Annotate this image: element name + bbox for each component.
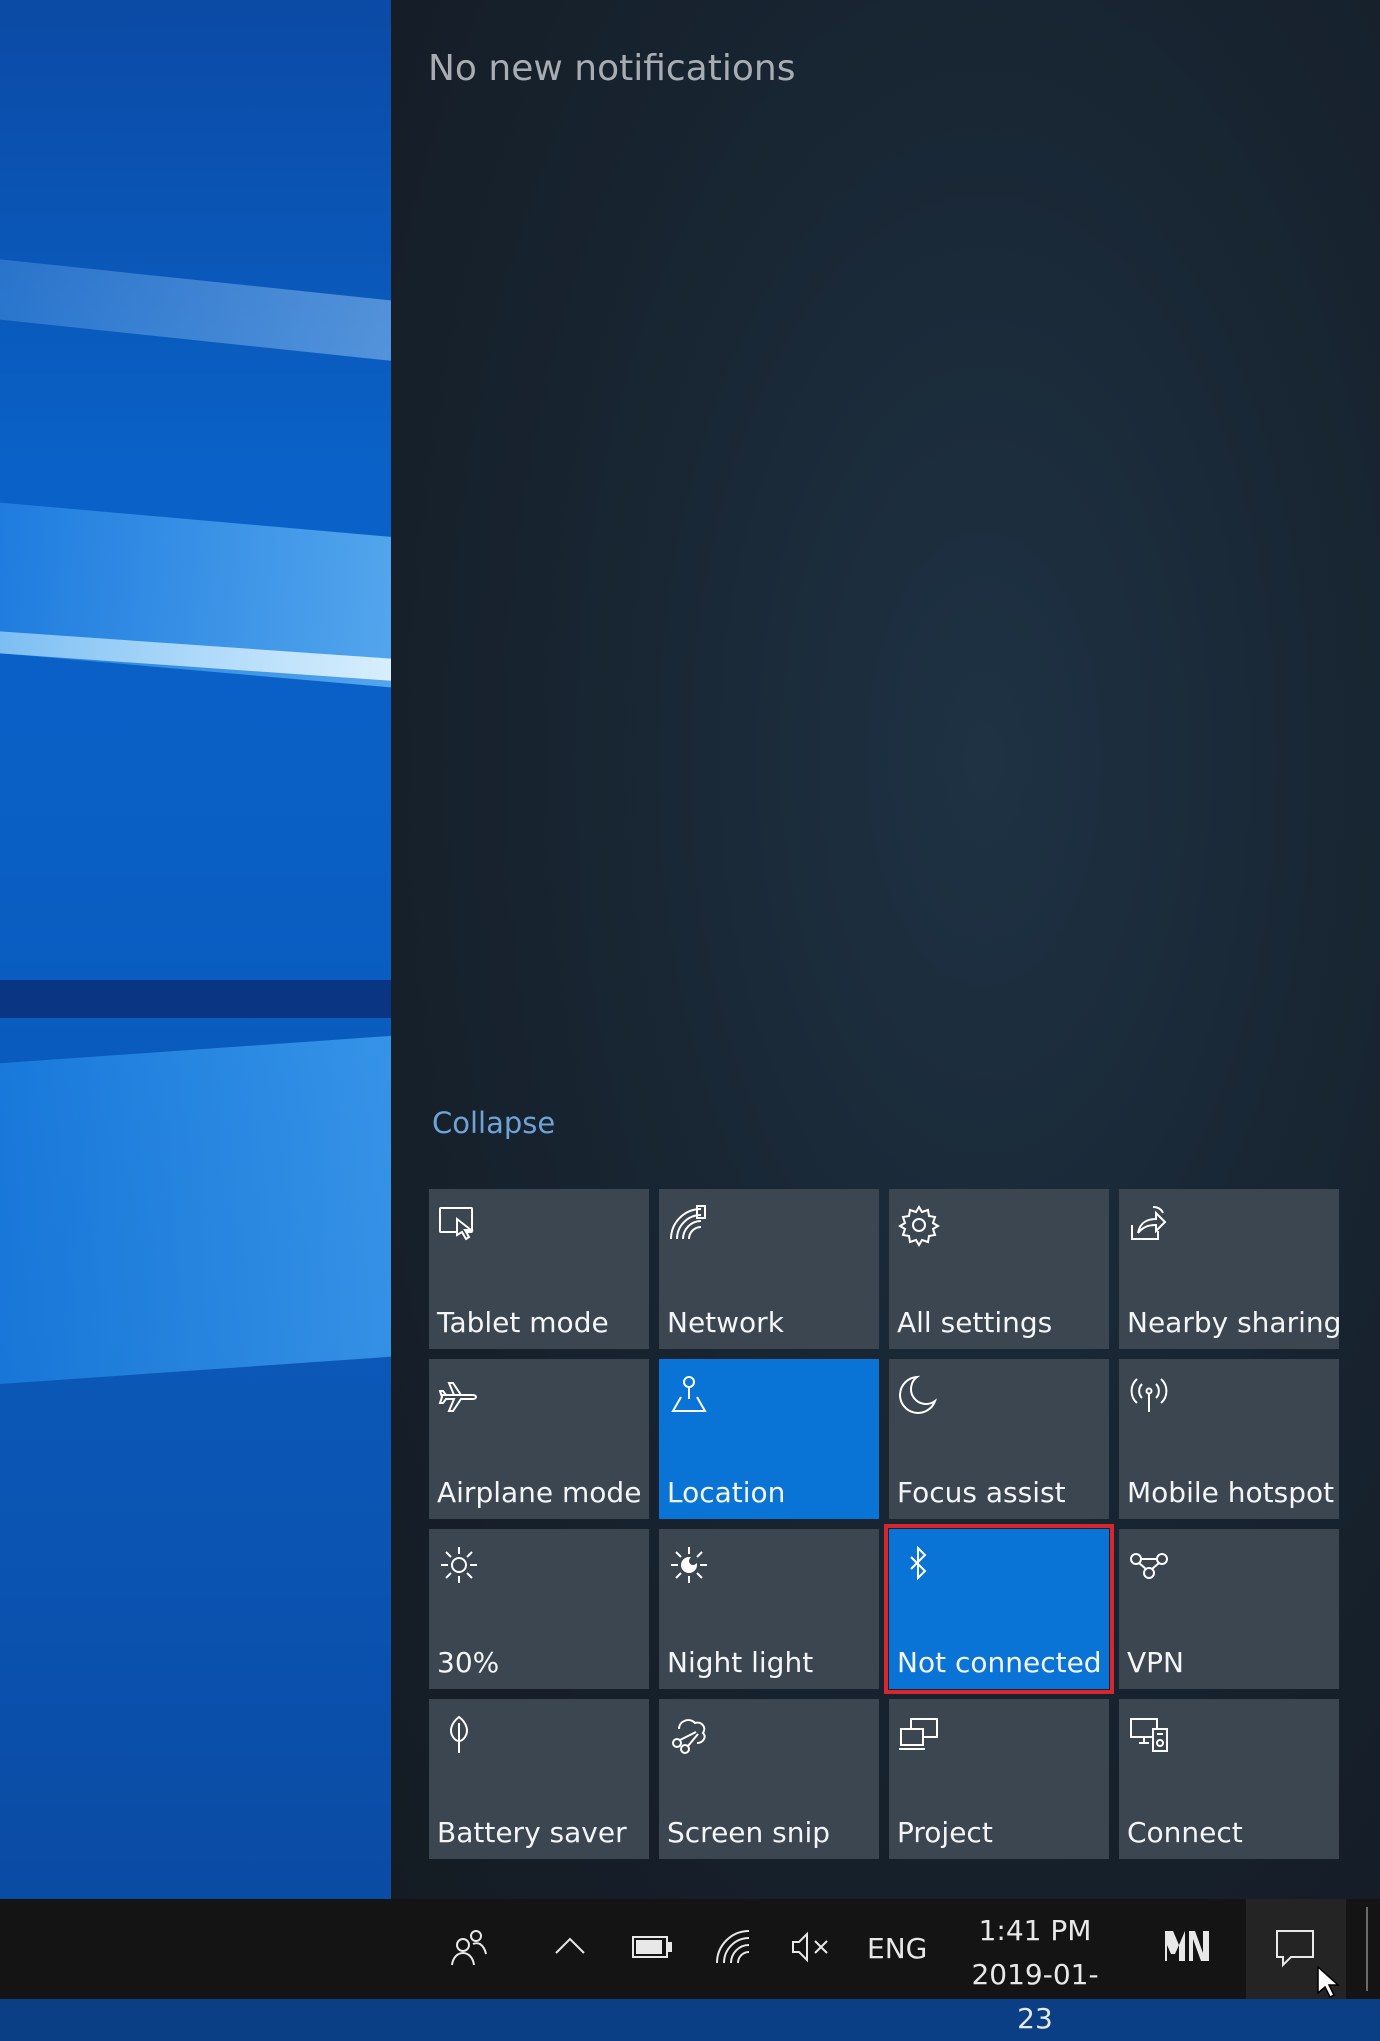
network-icon [667,1203,711,1247]
people-icon[interactable] [449,1927,489,1967]
project-tile[interactable]: Project [889,1699,1109,1859]
tile-label: Nearby sharing [1127,1306,1342,1339]
tile-label: Connect [1127,1816,1243,1849]
battery-saver-icon [437,1713,481,1757]
moon-icon [897,1373,941,1417]
taskbar: ENG 1:41 PM 2019-01-23 [0,1899,1380,2035]
airplane-mode-tile[interactable]: Airplane mode [429,1359,649,1519]
tile-label: VPN [1127,1646,1184,1679]
location-tile[interactable]: Location [659,1359,879,1519]
show-desktop-divider[interactable] [1366,1907,1368,1991]
tile-label: Focus assist [897,1476,1066,1509]
project-icon [897,1713,941,1757]
screen-snip-icon [667,1713,711,1757]
language-indicator[interactable]: ENG [867,1932,927,1965]
focus-assist-tile[interactable]: Focus assist [889,1359,1109,1519]
clock[interactable]: 1:41 PM 2019-01-23 [955,1909,1115,2041]
connect-tile[interactable]: Connect [1119,1699,1339,1859]
clock-time: 1:41 PM [978,1914,1092,1947]
mobile-hotspot-tile[interactable]: Mobile hotspot [1119,1359,1339,1519]
tile-label: Not connected [897,1646,1102,1679]
gear-icon [897,1203,941,1247]
tablet-mode-icon [437,1203,481,1247]
desktop-wallpaper [0,0,391,1899]
notifications-heading: No new notifications [428,48,796,89]
tile-label: Location [667,1476,786,1509]
tile-label: Airplane mode [437,1476,642,1509]
nearby-sharing-tile[interactable]: Nearby sharing [1119,1189,1342,1349]
tile-label: Mobile hotspot [1127,1476,1335,1509]
tile-label: Tablet mode [437,1306,609,1339]
app-logo-icon[interactable] [1163,1927,1211,1963]
quick-actions-grid: Tablet mode Network All settings Nearby … [429,1189,1342,1859]
collapse-link[interactable]: Collapse [432,1106,555,1140]
tile-label: Battery saver [437,1816,627,1849]
action-center-panel: No new notifications Collapse Tablet mod… [391,0,1380,1899]
night-light-icon [667,1543,711,1587]
show-hidden-icons-chevron[interactable] [552,1931,588,1961]
bluetooth-tile[interactable]: Not connected [884,1524,1114,1694]
tile-label: Project [897,1816,993,1849]
screen-snip-tile[interactable]: Screen snip [659,1699,879,1859]
brightness-icon [437,1543,481,1587]
tile-label: Network [667,1306,784,1339]
volume-muted-icon[interactable] [789,1929,833,1965]
vpn-tile[interactable]: VPN [1119,1529,1339,1689]
tile-label: Screen snip [667,1816,831,1849]
airplane-icon [437,1373,481,1417]
nearby-sharing-icon [1127,1203,1171,1247]
connect-icon [1127,1713,1171,1757]
tile-label: All settings [897,1306,1053,1339]
notification-icon [1276,1930,1314,1968]
vpn-icon [1127,1543,1171,1587]
clock-date: 2019-01-23 [971,1958,1099,2035]
tile-label: 30% [437,1646,500,1679]
hotspot-icon [1127,1373,1171,1417]
wifi-icon[interactable] [715,1929,755,1965]
night-light-tile[interactable]: Night light [659,1529,879,1689]
tablet-mode-tile[interactable]: Tablet mode [429,1189,649,1349]
brightness-tile[interactable]: 30% [429,1529,649,1689]
all-settings-tile[interactable]: All settings [889,1189,1109,1349]
location-icon [667,1373,711,1417]
mouse-cursor-icon [1317,1965,1340,1999]
battery-icon[interactable] [631,1933,673,1961]
tile-label: Night light [667,1646,814,1679]
battery-saver-tile[interactable]: Battery saver [429,1699,649,1859]
network-tile[interactable]: Network [659,1189,879,1349]
bluetooth-icon [897,1543,941,1587]
